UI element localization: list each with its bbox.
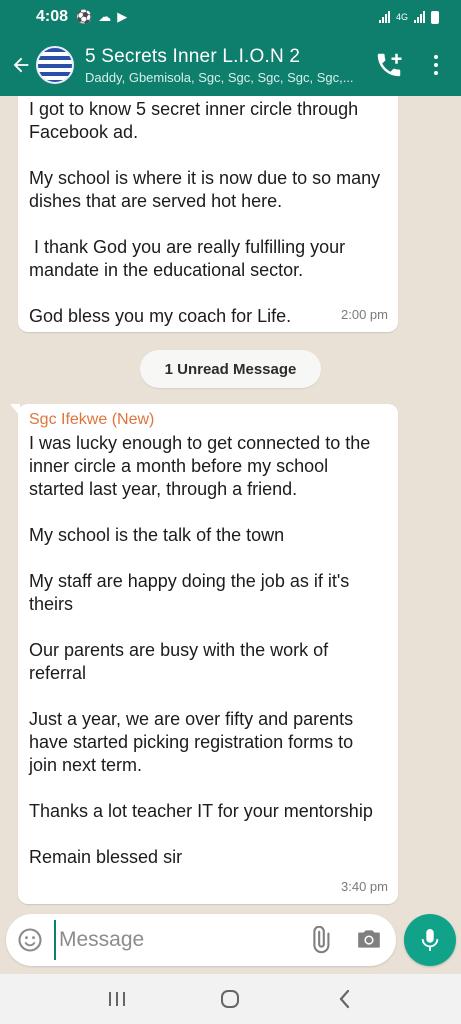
camera-icon[interactable] (356, 927, 384, 953)
message-paragraph: Thanks a lot teacher IT for your mentors… (29, 801, 373, 821)
cloud-icon: ☁ (98, 9, 112, 24)
message-paragraph: Remain blessed sir (29, 847, 183, 867)
add-call-icon[interactable] (374, 50, 404, 80)
chat-messages[interactable]: I got to know 5 secret inner circle thro… (0, 96, 461, 914)
message-paragraph: Just a year, we are over fifty and paren… (29, 709, 359, 775)
recent-apps-icon[interactable] (102, 984, 132, 1014)
message-paragraph: My school is where it is now due to so m… (29, 168, 386, 211)
chat-title-block[interactable]: 5 Secrets Inner L.I.O.N 2 Daddy, Gbemiso… (85, 46, 375, 85)
status-notification-icons: ⚽ ☁ ▶ (76, 9, 127, 25)
more-options-icon[interactable] (426, 50, 446, 80)
message-paragraph: God bless you my coach for Life. (29, 306, 292, 326)
battery-icon (431, 10, 439, 24)
youtube-icon: ▶ (117, 9, 128, 24)
message-bubble[interactable]: Sgc Ifekwe (New) I was lucky enough to g… (10, 404, 398, 904)
microphone-button[interactable] (404, 914, 456, 966)
status-system-icons: 4G (378, 10, 439, 24)
back-icon[interactable] (329, 984, 359, 1014)
emoji-icon[interactable] (16, 926, 44, 954)
message-sender[interactable]: Sgc Ifekwe (New) (29, 410, 386, 430)
status-bar: 4:08 ⚽ ☁ ▶ 4G (0, 0, 461, 34)
message-paragraph: My staff are happy doing the job as if i… (29, 571, 355, 614)
message-bubble[interactable]: I got to know 5 secret inner circle thro… (18, 96, 398, 332)
group-avatar[interactable] (36, 46, 74, 84)
system-navigation-bar (0, 974, 461, 1024)
message-paragraph: My school is the talk of the town (29, 525, 285, 545)
unread-messages-banner: 1 Unread Message (140, 350, 321, 388)
message-composer (6, 914, 396, 966)
message-time: 3:40 pm (341, 879, 388, 894)
chat-participants: Daddy, Gbemisola, Sgc, Sgc, Sgc, Sgc, Sg… (85, 69, 354, 85)
message-paragraph: I thank God you are really fulfilling yo… (29, 237, 351, 280)
message-paragraph: I was lucky enough to get connected to t… (29, 433, 376, 499)
ball-icon: ⚽ (76, 9, 93, 24)
paperclip-icon[interactable] (306, 925, 334, 954)
message-input[interactable] (54, 920, 284, 960)
message-paragraph: Our parents are busy with the work of re… (29, 640, 334, 683)
network-type: 4G (395, 12, 408, 22)
signal-icon-2 (414, 11, 425, 23)
chat-header: 5 Secrets Inner L.I.O.N 2 Daddy, Gbemiso… (0, 34, 461, 96)
signal-icon (378, 11, 390, 23)
message-time: 2:00 pm (341, 307, 388, 322)
status-time: 4:08 (36, 8, 69, 25)
back-arrow-icon[interactable] (6, 50, 36, 80)
message-paragraph: I got to know 5 secret inner circle thro… (29, 99, 364, 142)
chat-title: 5 Secrets Inner L.I.O.N 2 (85, 45, 301, 67)
microphone-icon (421, 929, 439, 951)
home-icon[interactable] (215, 984, 245, 1014)
